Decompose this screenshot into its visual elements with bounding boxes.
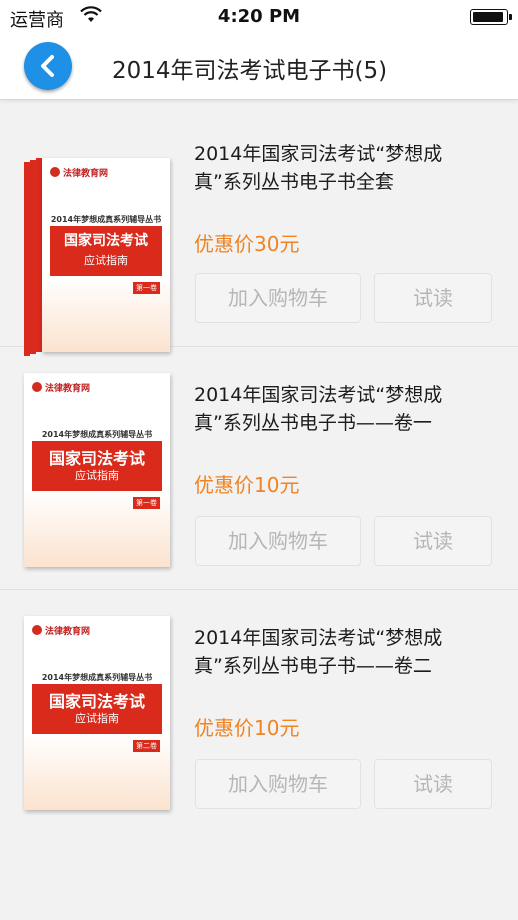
publisher-logo: 法律教育网 xyxy=(32,624,90,637)
cover-title: 国家司法考试 xyxy=(48,692,145,711)
trial-read-button[interactable]: 试读 xyxy=(374,273,492,323)
trial-read-button[interactable]: 试读 xyxy=(374,759,492,809)
publisher-logo: 法律教育网 xyxy=(50,166,108,179)
book-title-line: 2014年国家司法考试“梦想成 xyxy=(194,384,443,406)
book-title-line: 真”系列丛书电子书——卷二 xyxy=(194,655,432,677)
cover-title: 国家司法考试 xyxy=(64,233,148,249)
battery-icon xyxy=(470,9,512,25)
book-title[interactable]: 2014年国家司法考试“梦想成 真”系列丛书电子书——卷一 xyxy=(194,381,494,437)
status-bar: 运营商 4:20 PM xyxy=(0,0,518,36)
book-title-line: 2014年国家司法考试“梦想成 xyxy=(194,627,443,649)
add-to-cart-button[interactable]: 加入购物车 xyxy=(195,273,361,323)
book-title[interactable]: 2014年国家司法考试“梦想成 真”系列丛书电子书全套 xyxy=(194,140,494,196)
navigation-bar: 2014年司法考试电子书(5) xyxy=(0,36,518,100)
book-price: 优惠价10元 xyxy=(194,716,300,740)
clock: 4:20 PM xyxy=(217,6,301,27)
cover-subtitle: 应试指南 xyxy=(75,712,119,725)
book-price: 优惠价30元 xyxy=(194,232,300,256)
book-title[interactable]: 2014年国家司法考试“梦想成 真”系列丛书电子书——卷二 xyxy=(194,624,494,680)
cover-series: 2014年梦想成真系列辅导丛书 xyxy=(50,215,162,224)
book-list-item[interactable]: 法律教育网 2014年梦想成真系列辅导丛书 国家司法考试 应试指南 第二卷 20… xyxy=(0,590,518,833)
book-cover-image[interactable]: 法律教育网 2014年梦想成真系列辅导丛书 国家司法考试 应试指南 第一卷 xyxy=(24,373,170,567)
cover-volume: 第一卷 xyxy=(133,497,160,509)
cover-subtitle: 应试指南 xyxy=(75,469,119,482)
cover-subtitle: 应试指南 xyxy=(84,254,128,267)
add-to-cart-button[interactable]: 加入购物车 xyxy=(195,759,361,809)
book-title-line: 真”系列丛书电子书——卷一 xyxy=(194,412,432,434)
trial-read-button[interactable]: 试读 xyxy=(374,516,492,566)
book-price: 优惠价10元 xyxy=(194,473,300,497)
cover-series: 2014年梦想成真系列辅导丛书 xyxy=(41,673,153,682)
cover-series: 2014年梦想成真系列辅导丛书 xyxy=(41,430,153,439)
cover-volume: 第一卷 xyxy=(133,282,160,294)
page-title: 2014年司法考试电子书(5) xyxy=(112,58,388,84)
book-list-item[interactable]: 法律教育网 2014年梦想成真系列辅导丛书 国家司法考试 应试指南 第一卷 20… xyxy=(0,104,518,356)
book-cover-image[interactable]: 法律教育网 2014年梦想成真系列辅导丛书 国家司法考试 应试指南 第一卷 xyxy=(42,158,170,352)
cover-volume: 第二卷 xyxy=(133,740,160,752)
cover-title: 国家司法考试 xyxy=(48,449,145,468)
book-cover-image[interactable]: 法律教育网 2014年梦想成真系列辅导丛书 国家司法考试 应试指南 第二卷 xyxy=(24,616,170,810)
book-title-line: 2014年国家司法考试“梦想成 xyxy=(194,143,443,165)
chevron-left-icon xyxy=(41,55,54,77)
back-button[interactable] xyxy=(24,42,72,90)
add-to-cart-button[interactable]: 加入购物车 xyxy=(195,516,361,566)
book-list-item[interactable]: 法律教育网 2014年梦想成真系列辅导丛书 国家司法考试 应试指南 第一卷 20… xyxy=(0,347,518,590)
book-title-line: 真”系列丛书电子书全套 xyxy=(194,171,394,193)
publisher-logo: 法律教育网 xyxy=(32,381,90,394)
